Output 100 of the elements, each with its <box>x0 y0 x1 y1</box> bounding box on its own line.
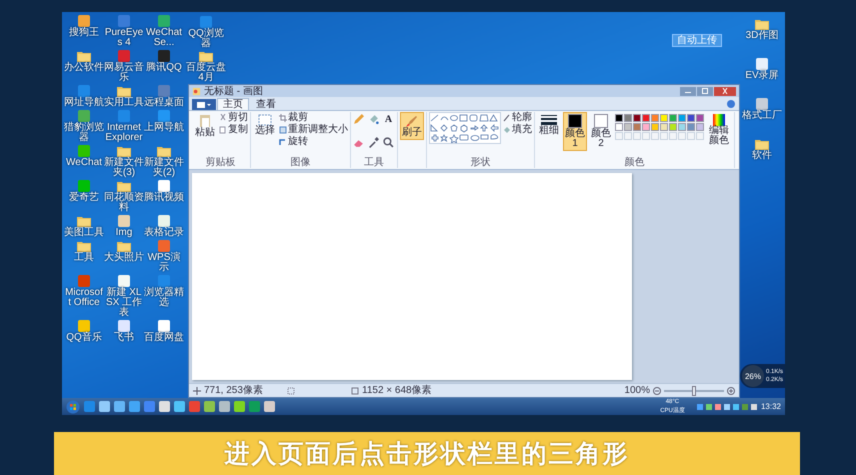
shape-gallery-drawing[interactable] <box>429 112 501 144</box>
taskbar-app-icon[interactable] <box>219 401 230 412</box>
fill-button[interactable]: 填充 <box>503 124 532 135</box>
app-icon[interactable] <box>118 50 130 62</box>
taskbar-app-icon[interactable] <box>129 401 140 412</box>
app-icon[interactable] <box>78 110 90 122</box>
app-icon[interactable] <box>200 16 212 28</box>
zoom-out-button[interactable] <box>653 386 661 394</box>
app-icon[interactable] <box>118 275 130 287</box>
folder-icon[interactable] <box>755 138 769 150</box>
folder-icon[interactable] <box>199 50 213 62</box>
crop-button[interactable]: 裁剪 <box>279 112 348 123</box>
app-icon[interactable] <box>158 320 170 332</box>
size-button[interactable]: 粗细 <box>537 112 561 138</box>
magnifier-icon[interactable] <box>383 137 394 148</box>
color-swatch[interactable] <box>669 114 677 122</box>
taskbar-app-icon[interactable] <box>159 401 170 412</box>
color-swatch[interactable] <box>615 123 623 131</box>
app-icon[interactable] <box>118 110 130 122</box>
color-swatch[interactable] <box>660 123 668 131</box>
folder-icon[interactable] <box>77 240 91 252</box>
app-icon[interactable] <box>158 15 170 27</box>
help-icon[interactable] <box>727 100 735 108</box>
close-button[interactable] <box>714 86 736 96</box>
color-swatch[interactable] <box>624 123 632 131</box>
start-button[interactable] <box>66 400 80 414</box>
color-slot-button[interactable]: 颜色 1 <box>563 112 587 151</box>
taskbar-app-icon[interactable] <box>174 401 185 412</box>
app-icon[interactable] <box>118 15 130 27</box>
minimize-button[interactable] <box>680 86 696 96</box>
taskbar-app-icon[interactable] <box>84 401 95 412</box>
folder-icon[interactable] <box>117 180 131 192</box>
app-icon[interactable] <box>78 145 90 157</box>
app-icon[interactable] <box>118 320 130 332</box>
app-icon[interactable] <box>158 110 170 122</box>
paste-button[interactable]: 粘贴 <box>193 112 217 140</box>
drawing-canvas[interactable] <box>192 173 632 380</box>
color-swatch[interactable] <box>660 114 668 122</box>
zoom-in-button[interactable] <box>727 386 735 394</box>
app-icon[interactable] <box>158 50 170 62</box>
color-swatch[interactable] <box>687 114 695 122</box>
app-icon[interactable] <box>78 15 90 27</box>
app-icon[interactable] <box>756 58 768 70</box>
edit-colors-button[interactable]: 编辑颜色 <box>706 112 732 148</box>
taskbar-app-icon[interactable] <box>234 401 245 412</box>
color-swatch[interactable] <box>624 114 632 122</box>
color-slot-button[interactable]: 颜色 2 <box>589 112 613 151</box>
app-icon[interactable] <box>158 215 170 227</box>
brush-button[interactable]: 刷子 <box>400 112 424 140</box>
ribbon-tab[interactable]: 主页 <box>217 98 249 110</box>
pencil-icon[interactable] <box>353 114 364 125</box>
color-swatch[interactable] <box>642 123 650 131</box>
ribbon-tab[interactable]: 查看 <box>250 98 282 110</box>
taskbar-app-icon[interactable] <box>99 401 110 412</box>
color-swatch[interactable] <box>615 114 623 122</box>
cut-button[interactable]: 剪切 <box>219 112 248 123</box>
color-swatch[interactable] <box>651 114 659 122</box>
color-swatch[interactable] <box>651 123 659 131</box>
copy-button[interactable]: 复制 <box>219 124 248 135</box>
taskbar-app-icon[interactable] <box>249 401 260 412</box>
app-icon[interactable] <box>78 180 90 192</box>
app-icon[interactable] <box>756 98 768 110</box>
folder-icon[interactable] <box>77 215 91 227</box>
app-icon[interactable] <box>158 180 170 192</box>
text-tool-button[interactable]: A <box>383 114 394 125</box>
taskbar-app-icon[interactable] <box>204 401 215 412</box>
color-swatch[interactable] <box>696 123 704 131</box>
resize-button[interactable]: 重新调整大小 <box>279 124 348 135</box>
folder-icon[interactable] <box>755 18 769 30</box>
file-menu-button[interactable] <box>192 99 216 110</box>
tray-icons-drawing[interactable] <box>696 402 757 410</box>
app-icon[interactable] <box>158 240 170 252</box>
folder-icon[interactable] <box>77 50 91 62</box>
color-swatch[interactable] <box>633 114 641 122</box>
rotate-button[interactable]: 旋转 <box>279 136 348 147</box>
color-swatch[interactable] <box>669 123 677 131</box>
app-icon[interactable] <box>78 85 90 97</box>
color-swatch[interactable] <box>687 123 695 131</box>
app-icon[interactable] <box>158 85 170 97</box>
folder-icon[interactable] <box>117 85 131 97</box>
folder-icon[interactable] <box>157 145 171 157</box>
color-swatch[interactable] <box>696 114 704 122</box>
outline-button[interactable]: 轮廓 <box>503 112 532 123</box>
color-swatch[interactable] <box>678 114 686 122</box>
folder-icon[interactable] <box>117 145 131 157</box>
taskbar-app-icon[interactable] <box>189 401 200 412</box>
app-icon[interactable] <box>78 320 90 332</box>
select-button[interactable]: 选择 <box>253 112 277 138</box>
taskbar-app-icon[interactable] <box>114 401 125 412</box>
taskbar-app-icon[interactable] <box>264 401 275 412</box>
folder-icon[interactable] <box>117 240 131 252</box>
maximize-button[interactable] <box>697 86 713 96</box>
color-picker-icon[interactable] <box>368 137 379 148</box>
taskbar-app-icon[interactable] <box>144 401 155 412</box>
color-swatch[interactable] <box>678 123 686 131</box>
app-icon[interactable] <box>118 215 130 227</box>
color-swatch[interactable] <box>633 123 641 131</box>
color-swatch[interactable] <box>642 114 650 122</box>
app-icon[interactable] <box>78 275 90 287</box>
fill-bucket-icon[interactable] <box>368 114 379 125</box>
